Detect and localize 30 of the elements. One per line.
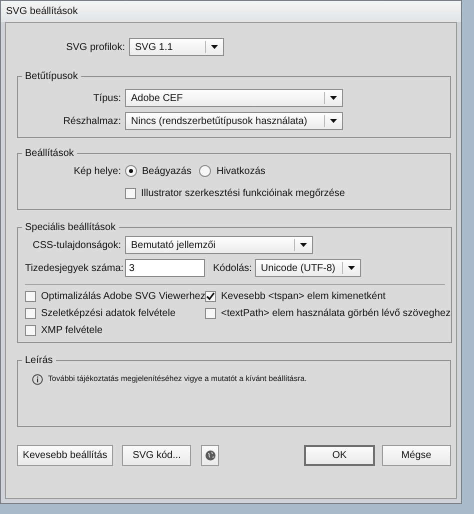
checkbox-label: Szeletképzési adatok felvétele xyxy=(41,308,176,319)
dropdown[interactable]: Unicode (UTF-8) xyxy=(254,259,361,277)
group-title: Beállítások xyxy=(24,148,75,159)
checkbox-label: XMP felvétele xyxy=(41,325,103,336)
group-title: Leírás xyxy=(24,355,54,366)
dropdown[interactable]: Bemutató jellemzői xyxy=(125,236,313,254)
field-label: Kódolás: xyxy=(213,262,252,274)
dialog-button[interactable]: SVG kód... xyxy=(122,445,192,466)
number-field[interactable]: 3 xyxy=(125,259,205,277)
field-label: Kép helye: xyxy=(72,166,122,176)
dialog-button[interactable]: Kevesebb beállítás xyxy=(17,445,114,466)
checkbox-label: Optimalizálás Adobe SVG Viewerhez xyxy=(41,291,206,302)
radio-label: Beágyazás xyxy=(142,166,192,176)
field-label: Tizedesjegyek száma: xyxy=(25,262,125,274)
checkbox-label: <textPath> elem használata görbén lévő szöveghez xyxy=(221,308,451,319)
radio-label: Hivatkozás xyxy=(216,166,266,176)
window-title: SVG beállítások xyxy=(6,6,78,17)
dropdown[interactable]: Nincs (rendszerbetűtípusok használata) xyxy=(125,112,343,130)
checkbox-label: Illustrator szerkesztési funkcióinak megőrzése xyxy=(141,188,345,198)
group-title: Betűtípusok xyxy=(24,71,79,82)
field-label: CSS-tulajdonságok: xyxy=(32,240,122,250)
dialog-button[interactable]: Mégse xyxy=(382,445,451,466)
dropdown[interactable]: Adobe CEF xyxy=(125,89,343,107)
dropdown[interactable]: SVG 1.1 xyxy=(129,38,224,56)
group-title: Speciális beállítások xyxy=(24,222,117,233)
field-label: Típus: xyxy=(92,92,122,104)
field-label: SVG profilok: xyxy=(65,42,126,52)
checkbox-label: Kevesebb <tspan> elem kimenetként xyxy=(221,291,386,302)
field-label: Részhalmaz: xyxy=(62,116,122,126)
ok-button[interactable]: OK xyxy=(304,445,375,466)
